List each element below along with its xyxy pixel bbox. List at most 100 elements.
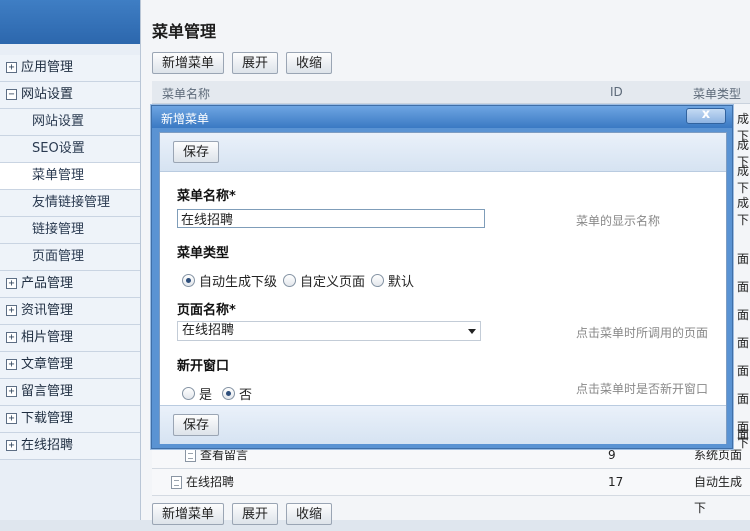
new-window-radio-group: 是 否 [182, 384, 258, 403]
sidebar-item-label: 在线招聘 [21, 438, 74, 453]
column-header-name: 菜单名称 [162, 87, 211, 101]
sidebar-header [0, 0, 140, 44]
menu-name-hint: 菜单的显示名称 [576, 214, 661, 228]
peek-type-text: 面 [737, 308, 750, 322]
sidebar-item[interactable]: − 网站设置 [0, 82, 140, 109]
radio-label: 是 [199, 388, 213, 403]
save-button[interactable]: 保存 [173, 141, 220, 163]
sidebar-item-label: 产品管理 [21, 276, 74, 291]
page-name-hint: 点击菜单时所调用的页面 [576, 326, 709, 340]
expand-icon[interactable]: + [6, 440, 17, 451]
sidebar-item[interactable]: 菜单管理 [0, 163, 140, 190]
menu-type-option[interactable]: 自定义页面 [283, 271, 365, 290]
collapse-button[interactable]: 收缩 [286, 503, 333, 525]
page-icon [171, 476, 182, 489]
peek-type-text: 面 [737, 252, 750, 266]
sidebar-item-label: 相片管理 [21, 330, 74, 345]
column-header-id: ID [610, 85, 623, 99]
peek-type-text: 面 [737, 364, 750, 378]
bottom-toolbar: 新增菜单 展开 收缩 [152, 503, 333, 531]
menu-type-label: 菜单类型 [177, 246, 230, 261]
radio-label: 否 [239, 388, 253, 403]
sidebar: + 应用管理 − 网站设置 网站设置 SEO设置 菜单管理 友情链接管理 链接管理 页面管理 + 产品… [0, 0, 141, 520]
sidebar-item[interactable]: + 产品管理 [0, 271, 140, 298]
sidebar-item[interactable]: + 下载管理 [0, 406, 140, 433]
sidebar-item-label: 资讯管理 [21, 303, 74, 318]
sidebar-item-label: 下载管理 [21, 411, 74, 426]
collapse-button[interactable]: 收缩 [286, 52, 333, 74]
radio-label: 自定义页面 [300, 275, 366, 290]
sidebar-item-label: SEO设置 [32, 141, 85, 156]
row-type: 自动生成下 [694, 475, 743, 515]
radio-label: 自动生成下级 [199, 275, 278, 290]
expand-icon[interactable]: + [6, 413, 17, 424]
page-title: 菜单管理 [152, 22, 217, 41]
expand-icon[interactable]: + [6, 386, 17, 397]
sidebar-item[interactable]: 页面管理 [0, 244, 140, 271]
expand-icon[interactable]: + [6, 278, 17, 289]
dialog-bottom-bar: 保存 [160, 405, 726, 444]
expand-icon[interactable]: + [6, 62, 17, 73]
sidebar-item-label: 留言管理 [21, 384, 74, 399]
sidebar-item-label: 菜单管理 [32, 168, 85, 183]
dropdown-arrow-icon[interactable] [468, 329, 476, 334]
sidebar-item[interactable]: + 在线招聘 [0, 433, 140, 460]
sidebar-item[interactable]: 链接管理 [0, 217, 140, 244]
expand-icon[interactable]: + [6, 359, 17, 370]
menu-type-option[interactable]: 默认 [371, 271, 414, 290]
peek-type-text: 面 [737, 336, 750, 350]
table-row[interactable]: 在线招聘 17 自动生成下 [152, 469, 750, 515]
peek-type-text: 下 [737, 436, 750, 450]
expand-button[interactable]: 展开 [232, 503, 279, 525]
sidebar-nav: + 应用管理 − 网站设置 网站设置 SEO设置 菜单管理 友情链接管理 链接管理 页面管理 + 产品… [0, 55, 140, 460]
sidebar-item[interactable]: + 文章管理 [0, 352, 140, 379]
radio-label: 默认 [388, 275, 415, 290]
close-icon[interactable]: x [686, 108, 726, 124]
expand-icon[interactable]: + [6, 332, 17, 343]
row-id: 17 [608, 475, 624, 489]
menu-name-input[interactable] [177, 209, 485, 228]
add-menu-button[interactable]: 新增菜单 [152, 52, 225, 74]
expand-button[interactable]: 展开 [232, 52, 279, 74]
sidebar-item[interactable]: 网站设置 [0, 109, 140, 136]
sidebar-item[interactable]: 友情链接管理 [0, 190, 140, 217]
sidebar-item-label: 链接管理 [32, 222, 85, 237]
page-name-label: 页面名称* [177, 303, 236, 318]
sidebar-item[interactable]: + 资讯管理 [0, 298, 140, 325]
sidebar-item[interactable]: + 相片管理 [0, 325, 140, 352]
sidebar-item-label: 网站设置 [32, 114, 85, 129]
sidebar-item[interactable]: + 应用管理 [0, 55, 140, 82]
menu-name-label: 菜单名称* [177, 189, 236, 204]
dialog-body: 保存 菜单名称* 菜单的显示名称 菜单类型 自动生成下级 自定义页面 默认 页面… [159, 132, 727, 444]
menu-type-option[interactable]: 自动生成下级 [182, 271, 277, 290]
add-menu-dialog: 新增菜单 x 保存 菜单名称* 菜单的显示名称 菜单类型 自动生成下级 自定义页… [151, 105, 733, 449]
peek-type-text: 成下 [737, 196, 750, 227]
sidebar-item-label: 页面管理 [32, 249, 85, 264]
dialog-top-bar: 保存 [160, 133, 726, 172]
new-window-hint: 点击菜单时是否新开窗口 [576, 382, 709, 396]
save-button[interactable]: 保存 [173, 414, 220, 436]
page-icon [185, 449, 196, 462]
radio-icon[interactable] [283, 274, 297, 287]
radio-icon[interactable] [371, 274, 385, 287]
peek-type-text: 面 [737, 392, 750, 406]
dialog-titlebar: 新增菜单 x [152, 106, 732, 128]
column-header-type: 菜单类型 [693, 87, 742, 101]
radio-icon[interactable] [182, 387, 195, 400]
collapse-icon[interactable]: − [6, 89, 17, 100]
new-window-option-no[interactable]: 否 [222, 384, 252, 403]
dialog-title: 新增菜单 [161, 112, 210, 126]
radio-selected-icon[interactable] [222, 387, 236, 400]
radio-selected-icon[interactable] [182, 274, 195, 287]
add-menu-button[interactable]: 新增菜单 [152, 503, 225, 525]
sidebar-item[interactable]: SEO设置 [0, 136, 140, 163]
sidebar-item[interactable]: + 留言管理 [0, 379, 140, 406]
expand-icon[interactable]: + [6, 305, 17, 316]
sidebar-item-label: 友情链接管理 [32, 195, 111, 210]
new-window-option-yes[interactable]: 是 [182, 384, 212, 403]
table-header: 菜单名称 ID 菜单类型 [152, 81, 750, 104]
sidebar-item-label: 网站设置 [21, 87, 74, 102]
page-name-select[interactable]: 在线招聘 [177, 321, 481, 341]
peek-type-text: 成下 [737, 164, 750, 195]
peek-type-text: 面 [737, 280, 750, 294]
